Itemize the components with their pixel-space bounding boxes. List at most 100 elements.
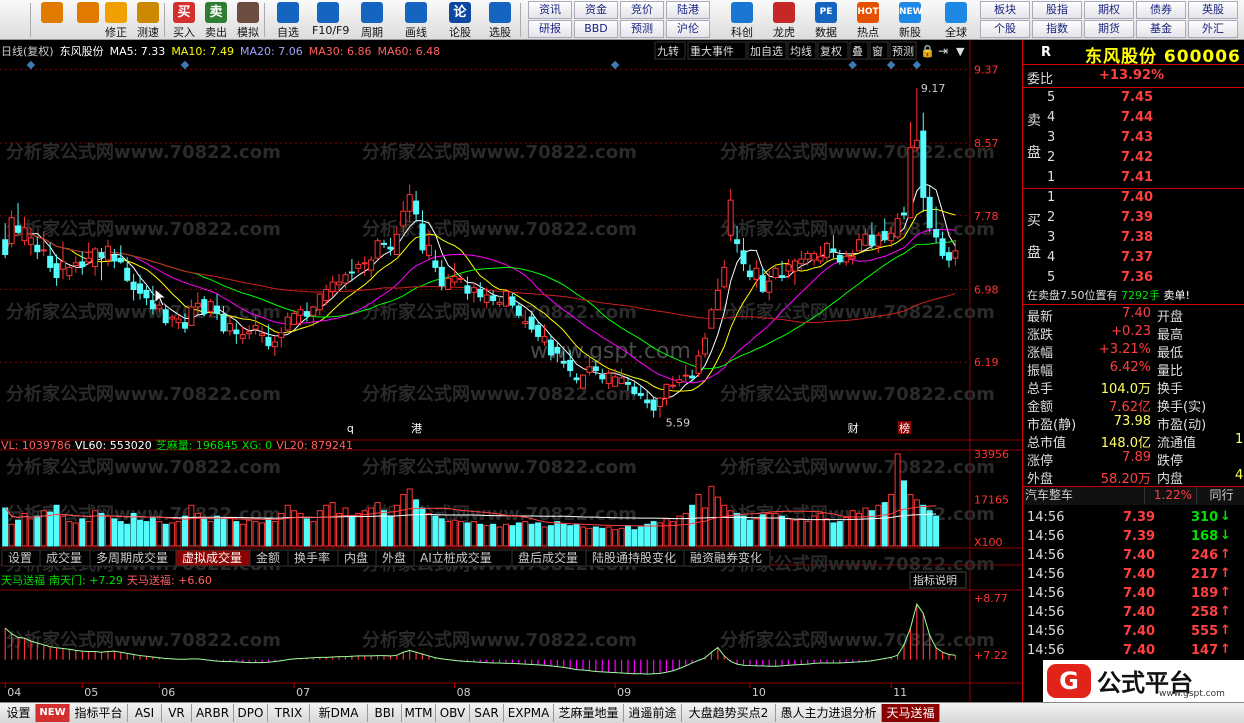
candle[interactable] <box>823 241 830 261</box>
toolbar-gavel-button[interactable]: 模拟 <box>232 1 264 39</box>
candle[interactable] <box>920 112 927 213</box>
candle[interactable] <box>34 236 41 260</box>
info-diamond-icon[interactable] <box>610 60 620 70</box>
market-tab[interactable]: 基金 <box>1136 20 1186 38</box>
volume-tab[interactable]: 成交量 <box>39 549 91 567</box>
candle[interactable] <box>650 396 657 418</box>
candle[interactable] <box>348 259 355 282</box>
candle[interactable] <box>336 273 343 291</box>
market-tab[interactable]: 股指 <box>1032 1 1082 19</box>
candle[interactable] <box>355 260 362 273</box>
toolbar-star-button[interactable]: 自选 <box>272 1 304 39</box>
candle[interactable] <box>201 295 208 317</box>
indicator-tab[interactable]: OBV <box>436 704 470 722</box>
buy-price[interactable]: 7.36 <box>1121 270 1153 285</box>
candle[interactable] <box>945 247 952 268</box>
candle[interactable] <box>278 327 285 348</box>
candle[interactable] <box>419 210 426 254</box>
candle[interactable] <box>599 368 606 384</box>
candle[interactable] <box>573 373 580 384</box>
volume-tab[interactable]: 盘后成交量 <box>511 549 587 567</box>
lock-icon[interactable]: 🔒 <box>920 44 935 58</box>
candle[interactable] <box>740 237 747 272</box>
candle[interactable] <box>380 239 387 249</box>
candle[interactable] <box>875 232 882 253</box>
candle[interactable] <box>843 250 850 266</box>
candle[interactable] <box>926 186 933 233</box>
candle[interactable] <box>239 326 246 344</box>
volume-tab[interactable]: 换手率 <box>287 549 339 567</box>
menu-tab[interactable]: 竞价 <box>620 1 664 19</box>
candle[interactable] <box>502 290 509 307</box>
candle[interactable] <box>66 265 73 281</box>
toolbar-period-button[interactable]: 周期 <box>356 1 388 39</box>
toolbar-buy-button[interactable]: 买买入 <box>168 1 200 39</box>
candle[interactable] <box>259 326 266 343</box>
candle[interactable] <box>746 264 753 281</box>
volume-tab[interactable]: 虚拟成交量 <box>175 549 251 567</box>
chart-header-button[interactable]: 均线 <box>787 41 817 60</box>
candle[interactable] <box>98 248 105 281</box>
candle[interactable] <box>682 365 689 382</box>
volume-tab[interactable]: 金额 <box>249 549 289 567</box>
toolbar-globe-button[interactable]: 全球 <box>936 1 976 39</box>
candle[interactable] <box>811 250 818 266</box>
candle[interactable] <box>438 260 445 291</box>
candle[interactable] <box>368 256 375 278</box>
indicator-tab[interactable]: ARBR <box>192 704 234 722</box>
candle[interactable] <box>657 397 664 418</box>
market-tab[interactable]: 外汇 <box>1188 20 1238 38</box>
candle[interactable] <box>79 251 86 275</box>
market-tab[interactable]: 期货 <box>1084 20 1134 38</box>
volume-tab[interactable]: 外盘 <box>375 549 415 567</box>
indicator-tab[interactable]: NEW <box>36 704 70 722</box>
menu-tab[interactable]: 沪伦 <box>666 20 710 38</box>
candle[interactable] <box>676 375 683 387</box>
expand-icon[interactable]: ⇥ <box>938 44 948 58</box>
candle[interactable] <box>817 246 824 264</box>
info-diamond-icon[interactable] <box>886 60 896 70</box>
candle[interactable] <box>233 322 240 344</box>
candle[interactable] <box>72 256 79 273</box>
candle[interactable] <box>727 189 734 242</box>
chart-header-button[interactable]: 九转 <box>654 41 686 60</box>
toolbar-f10-button[interactable]: F10/F9 <box>312 1 349 39</box>
chart-header-button[interactable]: 复权 <box>817 41 849 60</box>
info-diamond-icon[interactable] <box>26 60 36 70</box>
volume-tab[interactable]: 陆股通持股变化 <box>585 549 685 567</box>
chart-header-button[interactable]: 叠 <box>849 41 869 60</box>
market-tab[interactable]: 指数 <box>1032 20 1082 38</box>
menu-tab[interactable]: 资讯 <box>528 1 572 19</box>
volume-tab[interactable]: 融资融券变化 <box>683 549 771 567</box>
candle[interactable] <box>849 249 856 265</box>
info-diamond-icon[interactable] <box>848 60 857 70</box>
toolbar-sell-button[interactable]: 卖卖出 <box>200 1 232 39</box>
candle[interactable] <box>413 190 420 223</box>
toolbar-dragon-button[interactable]: 龙虎 <box>764 1 804 39</box>
chart-header-button[interactable]: 重大事件 <box>687 41 747 60</box>
candle[interactable] <box>804 250 811 266</box>
candle[interactable] <box>798 250 805 272</box>
candle[interactable] <box>53 254 60 286</box>
candle[interactable] <box>246 325 253 340</box>
candle[interactable] <box>644 390 651 409</box>
candle[interactable] <box>714 278 721 311</box>
indicator-help-button[interactable]: 指标说明 <box>909 571 967 589</box>
indicator-tab[interactable]: TRIX <box>268 704 310 722</box>
buy-price[interactable]: 7.37 <box>1121 250 1153 265</box>
buy-price[interactable]: 7.38 <box>1121 230 1153 245</box>
candle[interactable] <box>708 307 715 329</box>
sell-price[interactable]: 7.45 <box>1121 90 1153 105</box>
indicator-tab[interactable]: 天马送福 <box>882 704 940 722</box>
toolbar-select-button[interactable]: 选股 <box>484 1 516 39</box>
candle[interactable] <box>464 276 471 300</box>
toolbar-new-button[interactable]: NEW 新股 <box>890 1 930 39</box>
candle[interactable] <box>271 336 278 356</box>
candle[interactable] <box>689 369 696 382</box>
candle[interactable] <box>8 210 15 248</box>
candle[interactable] <box>284 312 291 332</box>
candle[interactable] <box>663 383 670 406</box>
candle[interactable] <box>85 242 92 265</box>
candle[interactable] <box>92 247 99 276</box>
candle[interactable] <box>637 386 644 400</box>
